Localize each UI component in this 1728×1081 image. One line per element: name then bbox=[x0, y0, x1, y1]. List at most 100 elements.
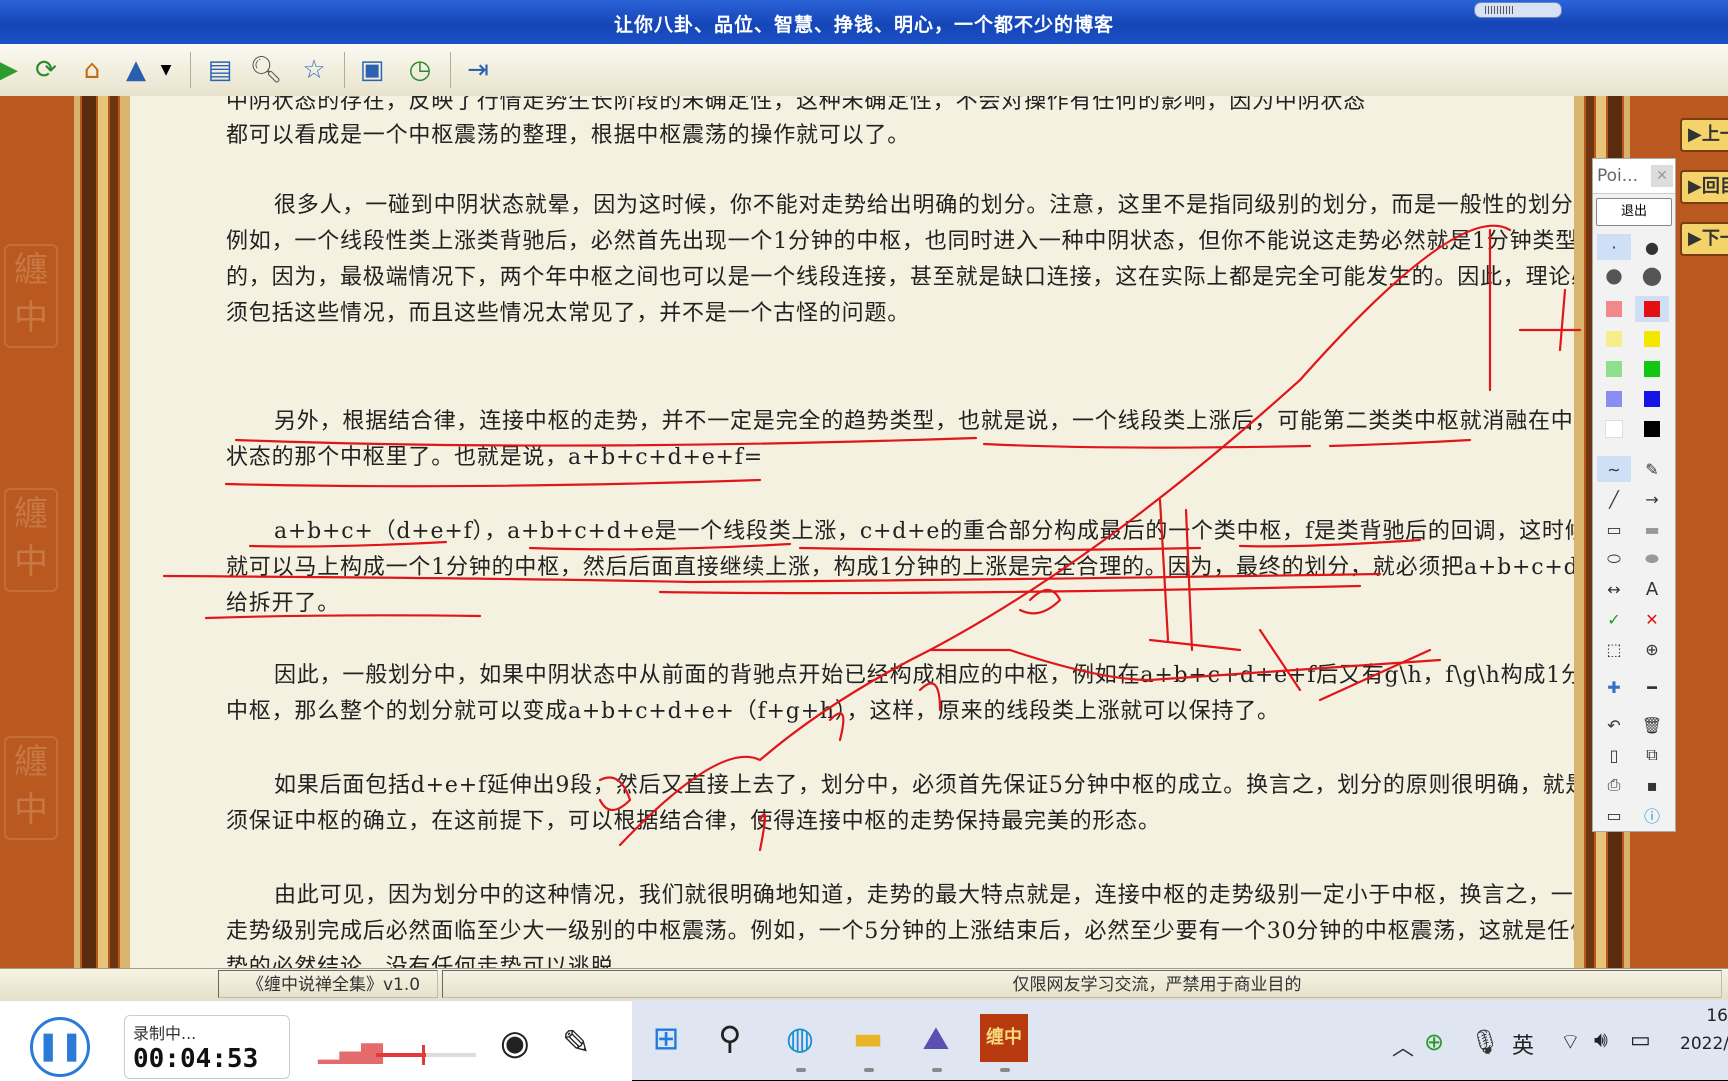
toolbar: ▶ ⟳ ⌂ ▲ ▼ ▤ 🔍︎ ☆ ▣ ◷ ⇥ bbox=[0, 44, 1728, 97]
zoom-in-icon[interactable]: ⊕ bbox=[1635, 636, 1669, 662]
book-version: 《缠中说禅全集》v1.0 bbox=[218, 970, 438, 998]
screen-icon[interactable]: ▭ bbox=[1597, 802, 1631, 828]
light-blue-swatch-icon[interactable] bbox=[1597, 386, 1631, 412]
clock-date[interactable]: 2022/ bbox=[1680, 1034, 1728, 1054]
light-yellow-swatch-icon[interactable] bbox=[1597, 326, 1631, 352]
edge-browser-icon[interactable]: ◍ bbox=[776, 1014, 824, 1062]
tree-icon[interactable]: ▲ bbox=[116, 50, 156, 90]
seal-mark: 纏中 bbox=[4, 488, 58, 592]
recording-time: 00:04:53 bbox=[133, 1044, 259, 1074]
wifi-icon[interactable]: ⌔ bbox=[1560, 1028, 1581, 1056]
home-icon[interactable]: ⌂ bbox=[72, 50, 112, 90]
close-icon[interactable]: ✕ bbox=[1651, 165, 1673, 187]
pen-icon[interactable]: ✎ bbox=[562, 1023, 591, 1063]
chanzhong-app-icon[interactable]: 缠中 bbox=[980, 1014, 1028, 1062]
dot-small-icon[interactable]: · bbox=[1597, 234, 1631, 260]
file-explorer-icon[interactable]: ▬ bbox=[844, 1014, 892, 1062]
recording-status: 录制中... 00:04:53 bbox=[124, 1015, 290, 1079]
window-icon[interactable]: ▣ bbox=[352, 50, 392, 90]
back-to-index-button[interactable]: ▶回目 bbox=[1680, 170, 1728, 204]
arrow-tool-icon[interactable]: → bbox=[1635, 486, 1669, 512]
palette-header: Poi... ✕ bbox=[1593, 159, 1675, 194]
dropdown-icon[interactable]: ▼ bbox=[156, 50, 176, 90]
exit-button[interactable]: 退出 bbox=[1596, 198, 1672, 226]
window-title: 让你八卦、品位、智慧、挣钱、明心，一个都不少的博客 bbox=[613, 14, 1114, 36]
new-page-icon[interactable]: ▯ bbox=[1597, 742, 1631, 768]
save-icon[interactable]: ▪ bbox=[1635, 772, 1669, 798]
security-icon[interactable]: ⊕ bbox=[1424, 1028, 1444, 1056]
status-bar: 《缠中说禅全集》v1.0 仅限网友学习交流，严禁用于商业目的 bbox=[0, 968, 1728, 1001]
pause-button[interactable]: ❚❚ bbox=[30, 1017, 90, 1077]
text-tool-icon[interactable]: A bbox=[1635, 576, 1669, 602]
green-swatch-icon[interactable] bbox=[1635, 356, 1669, 382]
rectangle-icon[interactable]: ▭ bbox=[1597, 516, 1631, 542]
dot-large-icon[interactable]: ● bbox=[1597, 262, 1631, 288]
article-paragraph: 由此可见，因为划分中的这种情况，我们就很明确地知道，走势的最大特点就是，连接中枢… bbox=[226, 883, 1574, 968]
black-swatch-icon[interactable] bbox=[1635, 416, 1669, 442]
line-tool-icon[interactable]: ╱ bbox=[1597, 486, 1631, 512]
plus-icon[interactable]: ✚ bbox=[1597, 674, 1631, 700]
red-swatch-icon[interactable] bbox=[1635, 296, 1669, 322]
info-icon[interactable]: ⓘ bbox=[1635, 802, 1669, 828]
article-paragraph: 都可以看成是一个中枢震荡的整理，根据中枢震荡的操作就可以了。 bbox=[226, 123, 911, 148]
refresh-icon[interactable]: ⟳ bbox=[26, 50, 66, 90]
microphone-icon[interactable]: 🎙︎ bbox=[1470, 1028, 1500, 1056]
seal-mark: 纏中 bbox=[4, 244, 58, 348]
dot-medium-icon[interactable]: ●︎ bbox=[1635, 234, 1669, 260]
seal-mark: 纏中 bbox=[4, 736, 58, 840]
recording-label: 录制中... bbox=[133, 1024, 197, 1043]
highlighter-icon[interactable]: ✎ bbox=[1635, 456, 1669, 482]
speaker-icon[interactable]: 🔊︎ bbox=[1594, 1028, 1608, 1053]
print-icon[interactable]: ⎙ bbox=[1597, 772, 1631, 798]
webcam-icon[interactable]: ◉ bbox=[500, 1023, 530, 1063]
article-paragraph: a+b+c+（d+e+f），a+b+c+d+e是一个线段类上涨，c+d+e的重合… bbox=[226, 519, 1574, 616]
favorite-icon[interactable]: ☆ bbox=[294, 50, 334, 90]
article-paragraph: 因此，一般划分中，如果中阴状态中从前面的背驰点开始已经构成相应的中枢，例如在a+… bbox=[226, 663, 1574, 724]
usage-notice: 仅限网友学习交流，严禁用于商业目的 bbox=[442, 970, 1722, 998]
clock-time[interactable]: 16 bbox=[1686, 1006, 1728, 1026]
trash-icon[interactable]: 🗑︎ bbox=[1635, 712, 1669, 738]
chart-app-icon[interactable]: ⛰ bbox=[912, 1014, 960, 1062]
yellow-swatch-icon[interactable] bbox=[1635, 326, 1669, 352]
next-page-button[interactable]: ▶下一 bbox=[1680, 222, 1728, 256]
search-icon[interactable]: 🔍︎ bbox=[246, 50, 286, 90]
minus-icon[interactable]: ━ bbox=[1635, 674, 1669, 700]
forward-icon[interactable]: ▶ bbox=[0, 50, 28, 90]
palette-title: Poi... bbox=[1597, 166, 1638, 186]
white-swatch-icon[interactable] bbox=[1597, 416, 1631, 442]
pointer-palette: Poi... ✕ 退出 · ●︎ ● ● ∼ ✎ ╱ → ▭ ▬ ⬭ ⬬ ↔ A… bbox=[1592, 158, 1676, 832]
title-scroll-indicator[interactable] bbox=[1474, 2, 1562, 18]
ime-indicator[interactable]: 英 bbox=[1512, 1028, 1534, 1060]
article-page: 中阴状态的存在，反映了行情走势生长阶段的未确定性，这种未确定性，不会对操作有任何… bbox=[130, 96, 1574, 968]
undo-icon[interactable]: ↶ bbox=[1597, 712, 1631, 738]
volume-slider[interactable] bbox=[376, 1045, 476, 1065]
freehand-pen-icon[interactable]: ∼ bbox=[1597, 456, 1631, 482]
history-icon[interactable]: ◷ bbox=[400, 50, 440, 90]
cross-icon[interactable]: ✕ bbox=[1635, 606, 1669, 632]
prev-page-button[interactable]: ▶上一 bbox=[1680, 118, 1728, 152]
screen-recorder-panel: ❚❚ 录制中... 00:04:53 ▁▃▅ ◉ ✎ bbox=[0, 1000, 632, 1081]
article-paragraph: 如果后面包括d+e+f延伸出9段，然后又直接上去了，划分中，必须首先保证5分钟中… bbox=[226, 773, 1574, 834]
left-frame: 纏中 纏中 纏中 bbox=[0, 96, 130, 968]
article-paragraph: 中阴状态的存在，反映了行情走势生长阶段的未确定性，这种未确定性，不会对操作有任何… bbox=[226, 96, 1367, 114]
window-title-bar: 让你八卦、品位、智慧、挣钱、明心，一个都不少的博客 bbox=[0, 0, 1728, 44]
copy-icon[interactable]: ⧉ bbox=[1635, 742, 1669, 768]
filled-rectangle-icon[interactable]: ▬ bbox=[1635, 516, 1669, 542]
chevron-up-icon[interactable]: ︿ bbox=[1392, 1030, 1414, 1062]
filled-ellipse-icon[interactable]: ⬬ bbox=[1635, 546, 1669, 572]
light-red-swatch-icon[interactable] bbox=[1597, 296, 1631, 322]
ellipse-icon[interactable]: ⬭ bbox=[1597, 546, 1631, 572]
start-icon[interactable]: ⊞ bbox=[642, 1014, 690, 1062]
select-region-icon[interactable]: ⬚ bbox=[1597, 636, 1631, 662]
blue-swatch-icon[interactable] bbox=[1635, 386, 1669, 412]
check-icon[interactable]: ✓ bbox=[1597, 606, 1631, 632]
exit-icon[interactable]: ⇥ bbox=[458, 50, 498, 90]
light-green-swatch-icon[interactable] bbox=[1597, 356, 1631, 382]
taskbar: ⊞ ⚲ ◍ ▬ ⛰ 缠中 ︿ ⊕ 🎙︎ 英 ⌔ 🔊︎ ▭ 16 2022/ bbox=[632, 1000, 1728, 1080]
double-arrow-icon[interactable]: ↔ bbox=[1597, 576, 1631, 602]
dot-xlarge-icon[interactable]: ● bbox=[1635, 261, 1669, 289]
panel-icon[interactable]: ▤ bbox=[200, 50, 240, 90]
battery-icon[interactable]: ▭ bbox=[1630, 1028, 1651, 1053]
search-icon[interactable]: ⚲ bbox=[706, 1014, 754, 1062]
article-paragraph: 很多人，一碰到中阴状态就晕，因为这时候，你不能对走势给出明确的划分。注意，这里不… bbox=[226, 193, 1574, 326]
